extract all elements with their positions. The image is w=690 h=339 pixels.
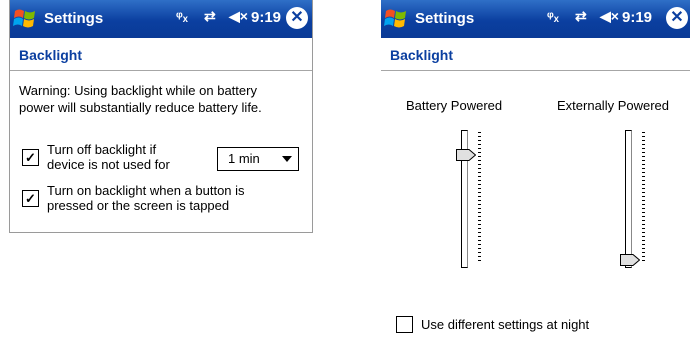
label-line: pressed or the screen is tapped (47, 198, 230, 213)
slider-thumb[interactable] (620, 254, 640, 266)
turn-off-backlight-label[interactable]: Turn off backlight if device is not used… (47, 142, 170, 172)
clock-time[interactable]: 9:19 (622, 9, 652, 26)
slider-track[interactable] (625, 130, 632, 268)
page-title: Backlight (19, 47, 83, 63)
label-line: device is not used for (47, 157, 170, 172)
close-icon[interactable]: ✕ (286, 7, 308, 29)
antenna-x-icon[interactable]: ᵠₓ (547, 8, 559, 24)
sync-arrows-icon[interactable]: ⇄ (575, 8, 587, 25)
timeout-dropdown[interactable]: 1 min (217, 147, 299, 171)
slider-ticks (478, 132, 481, 262)
title-text: Settings (44, 10, 104, 27)
turn-off-backlight-checkbox[interactable]: ✓ (22, 149, 39, 166)
dropdown-value: 1 min (228, 151, 260, 166)
label-line: Turn off backlight if (47, 142, 157, 157)
antenna-x-icon[interactable]: ᵠₓ (176, 8, 188, 24)
windows-start-icon[interactable] (13, 6, 39, 32)
windows-start-icon[interactable] (384, 6, 410, 32)
warning-text: Warning: Using backlight while on batter… (19, 82, 309, 116)
slider-ticks (642, 132, 645, 262)
chevron-down-icon[interactable] (282, 156, 292, 162)
page-subheader: Backlight (381, 38, 690, 71)
battery-powered-label: Battery Powered (406, 98, 503, 113)
slider-thumb[interactable] (456, 148, 476, 161)
turn-on-backlight-checkbox[interactable]: ✓ (22, 190, 39, 207)
title-text: Settings (415, 10, 475, 27)
speaker-muted-icon[interactable]: ◀× (229, 8, 248, 25)
label-line: Turn on backlight when a button is (47, 183, 245, 198)
title-bar: Settings ᵠₓ ⇄ ◀× 9:19 ✕ (10, 0, 312, 38)
turn-on-backlight-label[interactable]: Turn on backlight when a button is press… (47, 183, 245, 213)
close-icon[interactable]: ✕ (666, 7, 688, 29)
warning-line: Warning: Using backlight while on batter… (19, 83, 257, 98)
speaker-muted-icon[interactable]: ◀× (600, 8, 619, 25)
page-subheader: Backlight (10, 38, 312, 71)
clock-time[interactable]: 9:19 (251, 9, 281, 26)
left-settings-screen: Settings ᵠₓ ⇄ ◀× 9:19 ✕ Backlight Warnin… (9, 0, 313, 233)
warning-line: power will substantially reduce battery … (19, 100, 262, 115)
title-bar: Settings ᵠₓ ⇄ ◀× 9:19 ✕ (381, 0, 690, 38)
page-title: Backlight (390, 47, 454, 63)
night-settings-label[interactable]: Use different settings at night (421, 317, 589, 332)
sync-arrows-icon[interactable]: ⇄ (204, 8, 216, 25)
night-settings-checkbox[interactable] (396, 316, 413, 333)
externally-powered-label: Externally Powered (557, 98, 669, 113)
right-settings-screen: Settings ᵠₓ ⇄ ◀× 9:19 ✕ Backlight Batter… (381, 0, 690, 339)
